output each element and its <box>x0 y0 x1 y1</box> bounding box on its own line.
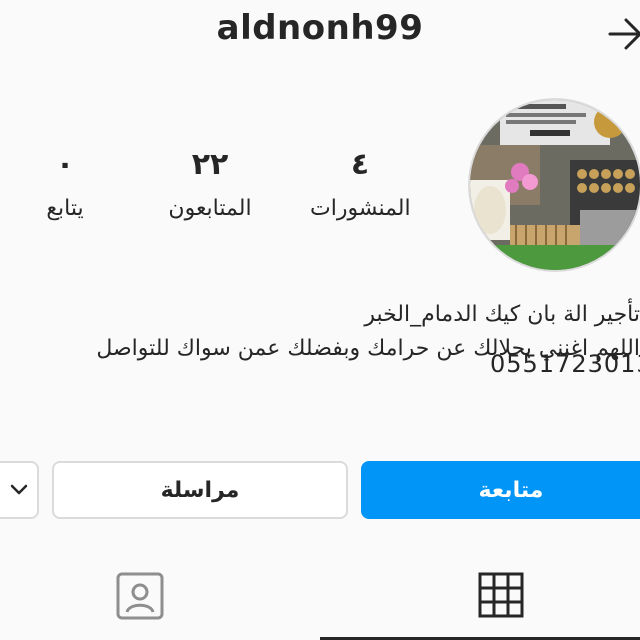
stat-posts: ٤ المنشورات <box>310 147 411 224</box>
followers-count: ٢٢ <box>191 147 229 182</box>
arrow-right-icon[interactable] <box>606 14 640 58</box>
posts-count: ٤ <box>350 147 370 182</box>
profile-photo[interactable] <box>468 98 640 272</box>
tagged-user-icon <box>116 572 164 624</box>
profile-tabs <box>0 540 640 640</box>
stat-followers[interactable]: ٢٢ المتابعون <box>160 148 260 224</box>
posts-label: المنشورات <box>310 196 411 221</box>
tab-tagged[interactable] <box>0 540 320 640</box>
bio-line-1: تأجير الة بان كيك الدمام_الخبر <box>364 302 640 327</box>
grid-icon <box>478 572 524 622</box>
following-count: ٠ <box>55 147 75 182</box>
bio-phone: 0551723013 <box>490 350 640 378</box>
following-label: يتابع <box>46 196 84 221</box>
suggested-toggle-button[interactable] <box>0 461 39 519</box>
profile-username: aldnonh99 <box>216 8 424 48</box>
message-button[interactable]: مراسلة <box>52 461 348 519</box>
follow-button[interactable]: متابعة <box>361 461 640 519</box>
chevron-down-icon <box>9 478 29 503</box>
followers-label: المتابعون <box>168 196 252 221</box>
tab-grid[interactable] <box>320 540 640 640</box>
stat-following[interactable]: ٠ يتابع <box>30 148 100 224</box>
